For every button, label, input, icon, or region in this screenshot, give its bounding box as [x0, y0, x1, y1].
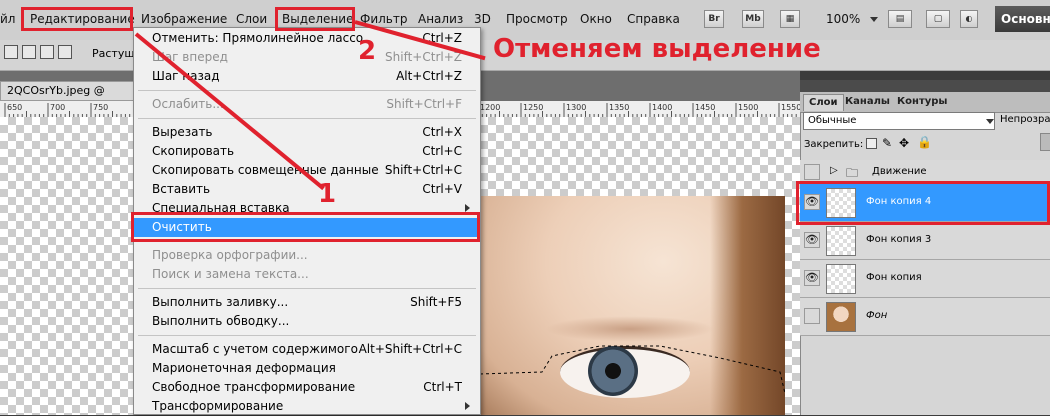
ruler-label: 1500 [738, 103, 758, 112]
document-tab[interactable]: 2QCOsrYb.jpeg @ 100% [0, 81, 140, 115]
ruler-label: 1450 [695, 103, 715, 112]
add-selection-icon[interactable] [22, 45, 36, 59]
annotation-step-2: 2 [358, 36, 377, 66]
eye-icon[interactable]: 👁 [804, 232, 820, 248]
panel-header [800, 80, 1050, 92]
chevron-down-icon[interactable] [986, 119, 994, 124]
menu-item-step-forward[interactable]: Шаг вперед Shift+Ctrl+Z [134, 48, 480, 67]
bridge-button[interactable]: Br [704, 10, 724, 28]
screen-mode-icon[interactable]: ▢ [926, 10, 950, 28]
ruler-label: 1200 [480, 103, 500, 112]
annotation-step-1: 1 [318, 179, 337, 209]
layer-background[interactable]: Фон [800, 298, 1050, 336]
menu-item-fill[interactable]: Выполнить заливку... Shift+F5 [134, 293, 480, 312]
ruler-label: 1350 [609, 103, 629, 112]
intersect-selection-icon[interactable] [58, 45, 72, 59]
menu-separator [138, 90, 476, 91]
lock-transparency-icon[interactable] [866, 138, 877, 149]
tab-channels[interactable]: Каналы [840, 94, 895, 110]
panel-tabs: Слои Каналы Контуры [800, 92, 1050, 113]
tool-presets-icon[interactable]: ◐ [960, 10, 978, 28]
workspace-switcher[interactable]: Основна [995, 6, 1050, 32]
opacity-label: Непрозрач [1000, 114, 1050, 125]
menu-item-paste[interactable]: Вставить Ctrl+V [134, 180, 480, 199]
arrange-documents-icon[interactable]: ▤ [888, 10, 912, 28]
layer-copy[interactable]: 👁 Фон копия [800, 260, 1050, 298]
photo-layer[interactable] [480, 196, 785, 415]
menu-item-transform[interactable]: Трансформирование [134, 397, 480, 416]
menu-view[interactable]: Просмотр [506, 12, 568, 26]
highlight-selected-layer [796, 181, 1050, 225]
ruler-label: 1300 [566, 103, 586, 112]
tab-paths[interactable]: Контуры [892, 94, 952, 110]
annotation-caption: Отменяем выделение [493, 34, 821, 64]
layer-name: Движение [872, 166, 927, 177]
menu-file[interactable]: йл [0, 12, 15, 26]
menu-item-copy[interactable]: Скопировать Ctrl+C [134, 142, 480, 161]
ruler-label: 700 [50, 103, 65, 112]
menu-3d[interactable]: 3D [474, 12, 491, 26]
menu-window[interactable]: Окно [580, 12, 612, 26]
new-selection-icon[interactable] [4, 45, 18, 59]
lock-all-icon[interactable]: 🔒 [917, 135, 932, 149]
ruler-label: 650 [7, 103, 22, 112]
eye-icon[interactable]: 👁 [804, 270, 820, 286]
highlight-edit-menu [21, 7, 133, 31]
layer-thumbnail [826, 264, 856, 294]
lock-label: Закрепить: [804, 139, 864, 150]
ruler-label: 1250 [523, 103, 543, 112]
menu-separator [138, 288, 476, 289]
menu-item-content-aware-scale[interactable]: Масштаб с учетом содержимого Alt+Shift+Ct… [134, 340, 480, 359]
menu-item-cut[interactable]: Вырезать Ctrl+X [134, 123, 480, 142]
menu-item-fade[interactable]: Ослабить... Shift+Ctrl+F [134, 95, 480, 114]
expand-arrow-icon[interactable]: ▷ [830, 165, 838, 176]
layer-thumbnail [826, 302, 856, 332]
extras-icon[interactable]: ▦ [780, 10, 800, 28]
mini-bridge-button[interactable]: Mb [742, 10, 764, 28]
ruler-label: 750 [93, 103, 108, 112]
highlight-select-menu [275, 7, 355, 31]
menu-item-undo[interactable]: Отменить: Прямолинейное лассо Ctrl+Z [134, 29, 480, 48]
highlight-clear-item [131, 212, 480, 242]
zoom-level[interactable]: 100% [826, 12, 860, 26]
menu-image[interactable]: Изображение [141, 12, 227, 26]
menu-separator [138, 335, 476, 336]
menu-layers[interactable]: Слои [236, 12, 267, 26]
menu-item-free-transform[interactable]: Свободное трансформирование Ctrl+T [134, 378, 480, 397]
subtract-selection-icon[interactable] [40, 45, 54, 59]
ruler-label: 1550 [781, 103, 800, 112]
layer-thumbnail [826, 226, 856, 256]
blend-mode-select[interactable]: Обычные [803, 112, 995, 130]
submenu-arrow-icon [465, 204, 470, 212]
layer-copy-3[interactable]: 👁 Фон копия 3 [800, 222, 1050, 260]
fill-field[interactable] [1040, 133, 1050, 151]
tab-layers[interactable]: Слои [803, 94, 844, 111]
layer-name: Фон копия [866, 272, 922, 283]
layer-name: Фон копия 3 [866, 234, 932, 245]
lock-position-icon[interactable]: ✥ [899, 136, 909, 150]
layer-name: Фон [866, 310, 888, 321]
menu-analysis[interactable]: Анализ [418, 12, 463, 26]
menu-item-spell-check[interactable]: Проверка орфографии... [134, 246, 480, 265]
lock-pixels-icon[interactable]: ✎ [882, 136, 892, 150]
visibility-toggle[interactable] [804, 308, 820, 324]
visibility-toggle[interactable] [804, 164, 820, 180]
menu-separator [138, 118, 476, 119]
ruler-label: 1400 [652, 103, 672, 112]
menu-help[interactable]: Справка [627, 12, 680, 26]
menu-item-stroke[interactable]: Выполнить обводку... [134, 312, 480, 331]
menu-item-puppet-warp[interactable]: Марионеточная деформация [134, 359, 480, 378]
submenu-arrow-icon [465, 402, 470, 410]
menu-item-find-replace[interactable]: Поиск и замена текста... [134, 265, 480, 284]
selection-marquee [480, 345, 785, 396]
chevron-down-icon[interactable] [870, 17, 878, 22]
